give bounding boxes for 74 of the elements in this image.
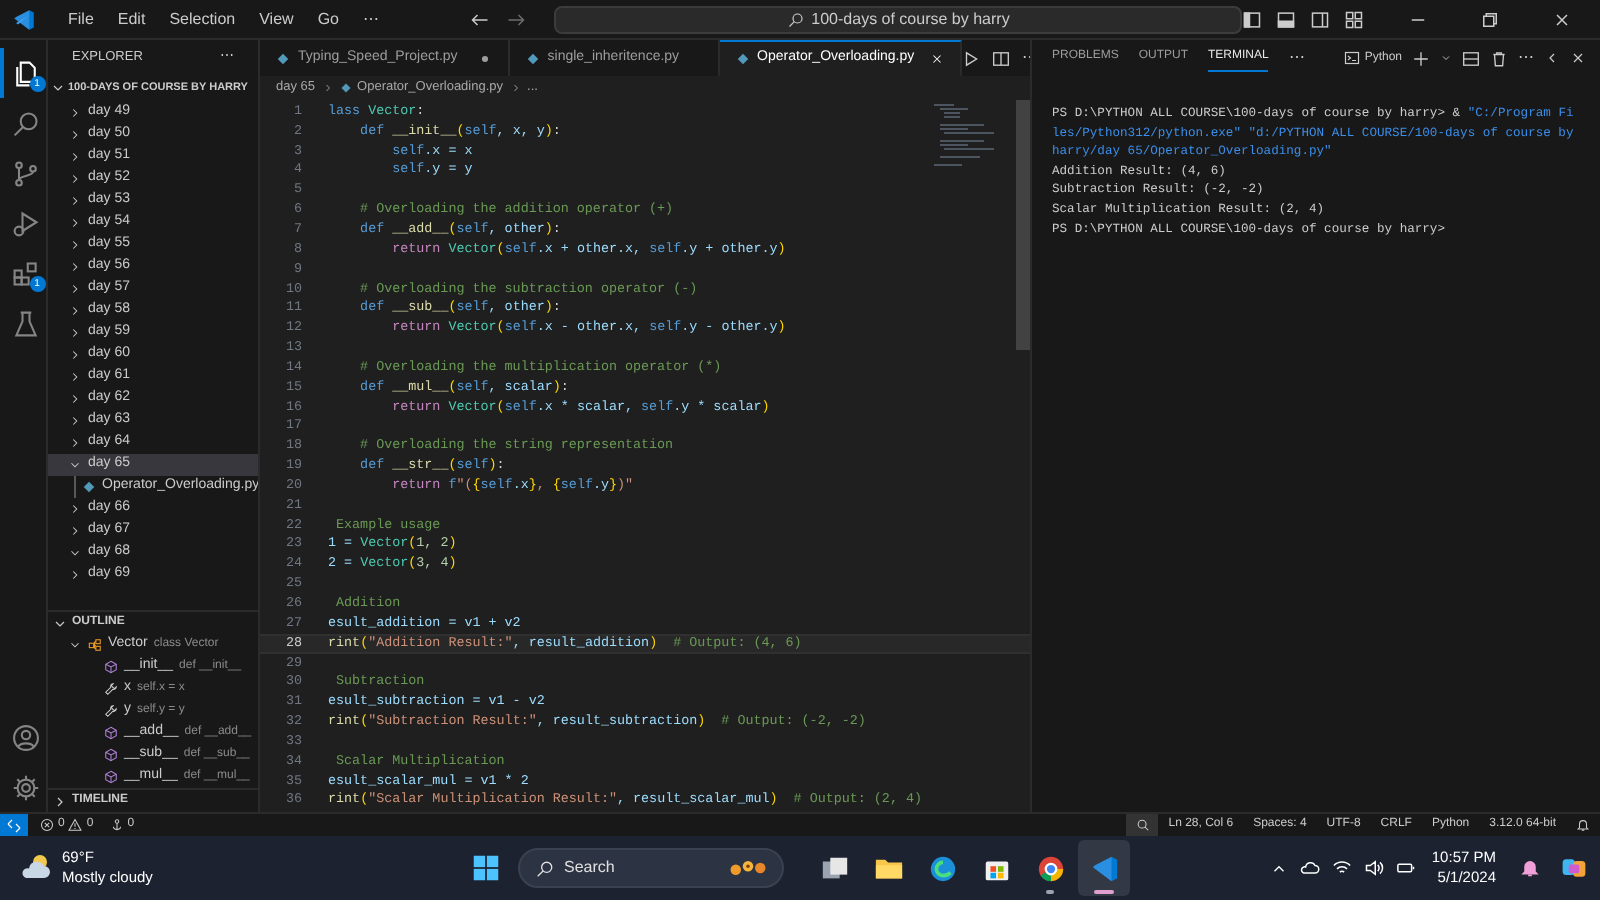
more-actions-button[interactable]: ⋯	[1288, 46, 1305, 70]
menu-item[interactable]: Go	[305, 7, 351, 31]
chrome-browser-icon	[1035, 853, 1065, 883]
battery-icon[interactable]	[1395, 858, 1416, 878]
flask-icon[interactable]	[11, 309, 39, 337]
run-debug-icon[interactable]	[11, 209, 39, 237]
chevron-right-icon	[321, 82, 334, 94]
command-center-search[interactable]: 100-days of course by harry	[554, 5, 1242, 33]
search-icon	[787, 11, 804, 27]
warning-icon	[68, 818, 83, 832]
wrench-icon	[104, 704, 118, 718]
remote-icon	[6, 817, 22, 833]
class-icon	[88, 638, 102, 652]
menu-item[interactable]: View	[247, 7, 306, 31]
copilot-icon[interactable]	[1560, 854, 1588, 882]
cube-icon	[104, 748, 118, 762]
zoom-icon	[1135, 818, 1150, 832]
cube-icon	[104, 660, 118, 674]
taskbar-search-field[interactable]: Search	[518, 848, 784, 888]
windows-start-icon[interactable]	[472, 854, 500, 882]
back-arrow-icon[interactable]	[470, 9, 491, 29]
toggle-panel-icon[interactable]	[1276, 9, 1296, 29]
cloud-moon-icon	[20, 852, 52, 884]
search-icon	[536, 859, 554, 877]
menu-item[interactable]: File	[56, 7, 106, 31]
python-file-icon	[339, 82, 352, 94]
volume-icon[interactable]	[1363, 858, 1384, 878]
python-file-icon	[525, 51, 540, 65]
error-icon	[40, 818, 54, 832]
menu-item[interactable]: Edit	[105, 7, 158, 31]
restore-icon[interactable]	[1480, 9, 1500, 29]
forward-arrow-icon[interactable]	[506, 9, 527, 29]
run-icon[interactable]	[962, 49, 981, 67]
customize-layout-icon[interactable]	[1344, 9, 1364, 29]
new-terminal-icon[interactable]	[1412, 49, 1430, 67]
python-file-icon	[735, 52, 750, 66]
bell-icon[interactable]	[1576, 818, 1590, 832]
taskbar-app-button[interactable]	[1078, 840, 1130, 896]
python-file-icon	[82, 480, 96, 494]
cube-icon	[104, 770, 118, 784]
cube-icon	[104, 726, 118, 740]
wifi-icon[interactable]	[1331, 858, 1352, 878]
menu-item[interactable]: Selection	[157, 7, 248, 31]
chevron-down-icon[interactable]	[50, 80, 66, 96]
split-terminal-icon[interactable]	[1462, 49, 1480, 67]
toggle-sidebar-icon[interactable]	[1242, 9, 1262, 29]
toggle-secondary-sidebar-icon[interactable]	[1310, 9, 1330, 29]
remote-indicator[interactable]	[0, 814, 28, 836]
close-icon[interactable]	[1552, 9, 1572, 29]
notification-bell-icon[interactable]	[1520, 858, 1540, 878]
split-editor-icon[interactable]	[992, 49, 1011, 67]
terminal-icon	[1344, 50, 1361, 66]
unsaved-dot-icon	[477, 51, 492, 65]
more-actions-button[interactable]: ⋯	[1518, 46, 1534, 70]
menu-item[interactable]: ⋯	[350, 7, 391, 31]
scrollbar-thumb[interactable]	[1016, 100, 1030, 350]
search-icon[interactable]	[11, 109, 39, 137]
wrench-icon	[104, 682, 118, 696]
account-icon[interactable]	[11, 723, 39, 751]
python-file-icon	[276, 51, 290, 65]
extensions-icon[interactable]	[11, 259, 39, 287]
files-icon[interactable]	[11, 59, 39, 87]
vscode-icon	[1089, 853, 1119, 883]
chevron-left-icon[interactable]	[1544, 50, 1560, 66]
source-control-icon[interactable]	[11, 159, 39, 187]
vscode-logo-icon	[12, 7, 36, 31]
cloud-icon[interactable]	[1299, 858, 1320, 878]
task-view-icon	[819, 853, 849, 883]
trash-icon[interactable]	[1490, 49, 1508, 67]
zoom-indicator[interactable]	[1126, 814, 1159, 836]
settings-icon[interactable]	[11, 773, 39, 801]
chevron-right-icon	[509, 82, 522, 94]
close-icon[interactable]	[1570, 50, 1586, 66]
edge-browser-icon	[927, 853, 957, 883]
